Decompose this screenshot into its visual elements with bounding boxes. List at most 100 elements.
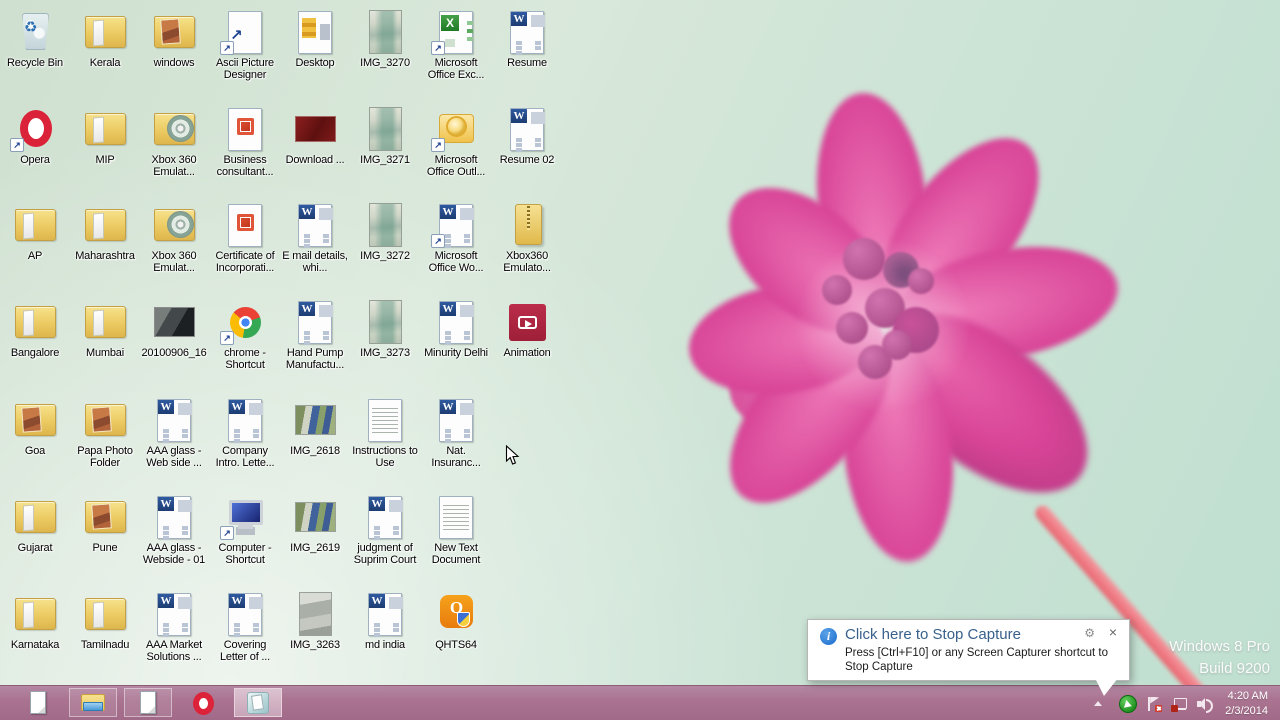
desktop-icon-instructions-to-use[interactable]: ↗ Instructions to Use xyxy=(352,396,418,469)
desktop-icon-image xyxy=(221,590,269,638)
desktop-icon-img-2618[interactable]: ↗ IMG_2618 xyxy=(282,396,348,457)
desktop-icon-label: Karnataka xyxy=(10,639,60,651)
desktop-icon-animation[interactable]: ↗ Animation xyxy=(494,298,560,359)
desktop-icon-image xyxy=(291,201,339,249)
notification-options-icon[interactable]: ⚙ xyxy=(1084,626,1095,640)
desktop-icon-label: AP xyxy=(27,250,43,262)
desktop-icon-xbox-360-emulat[interactable]: ↗ Xbox 360 Emulat... xyxy=(141,105,207,178)
desktop-icon-kerala[interactable]: ↗ Kerala xyxy=(72,8,138,69)
desktop-icon-md-india[interactable]: ↗ md india xyxy=(352,590,418,651)
desktop-icon-karnataka[interactable]: ↗ Karnataka xyxy=(2,590,68,651)
desktop-icon-business-consultant[interactable]: ↗ Business consultant... xyxy=(212,105,278,178)
desktop-icon-20100906-16[interactable]: ↗ 20100906_16 xyxy=(141,298,207,359)
desktop-icon-tamilnadu[interactable]: ↗ Tamilnadu xyxy=(72,590,138,651)
desktop-icon-chrome-shortcut[interactable]: ↗ chrome - Shortcut xyxy=(212,298,278,371)
desktop-icon-image xyxy=(291,298,339,346)
desktop-icon-image xyxy=(361,201,409,249)
network-icon[interactable] xyxy=(1171,696,1188,712)
clock-date: 2/3/2014 xyxy=(1225,704,1268,717)
desktop-icon-label: Instructions to Use xyxy=(352,445,418,469)
desktop-icon-xbox360-emulato[interactable]: ↗ Xbox360 Emulato... xyxy=(494,201,560,274)
desktop-icon-company-intro-lette[interactable]: ↗ Company Intro. Lette... xyxy=(212,396,278,469)
desktop-icon-label: New Text Document xyxy=(431,542,481,566)
desktop-icon-gujarat[interactable]: ↗ Gujarat xyxy=(2,493,68,554)
desktop-icon-computer-shortcut[interactable]: ↗ Computer - Shortcut xyxy=(212,493,278,566)
desktop-icon-img-3270[interactable]: ↗ IMG_3270 xyxy=(352,8,418,69)
desktop-icon-image xyxy=(81,298,129,346)
screen-capturer-tray-icon[interactable] xyxy=(1119,694,1138,713)
taskbar-item-opera-browser[interactable] xyxy=(179,688,227,717)
desktop-icon-img-3271[interactable]: ↗ IMG_3271 xyxy=(352,105,418,166)
volume-icon[interactable] xyxy=(1196,696,1214,713)
desktop-icon-image xyxy=(221,201,269,249)
desktop-icon-img-2619[interactable]: ↗ IMG_2619 xyxy=(282,493,348,554)
desktop-icon-aaa-glass-webside-01[interactable]: ↗ AAA glass - Webside - 01 xyxy=(141,493,207,566)
desktop-icon-img-3263[interactable]: ↗ IMG_3263 xyxy=(282,590,348,651)
desktop-icon-image xyxy=(81,396,129,444)
desktop-icon-desktop[interactable]: ↗ Desktop xyxy=(282,8,348,69)
desktop-icon-image xyxy=(432,493,480,541)
action-center-flag-icon[interactable] xyxy=(1146,696,1163,712)
desktop-icon-e-mail-details-whi[interactable]: ↗ E mail details, whi... xyxy=(282,201,348,274)
desktop-icon-bangalore[interactable]: ↗ Bangalore xyxy=(2,298,68,359)
desktop-icon-hand-pump-manufactu[interactable]: ↗ Hand Pump Manufactu... xyxy=(282,298,348,371)
taskbar-item-text-document[interactable] xyxy=(124,688,172,717)
desktop-icon-opera[interactable]: ↗ Opera xyxy=(2,105,68,166)
desktop-icon-xbox-360-emulat[interactable]: ↗ Xbox 360 Emulat... xyxy=(141,201,207,274)
desktop-icon-covering-letter-of[interactable]: ↗ Covering Letter of ... xyxy=(212,590,278,663)
desktop-icon-label: Download ... xyxy=(285,154,345,166)
desktop-icon-windows[interactable]: ↗ windows xyxy=(141,8,207,69)
taskbar-item-notepad-document[interactable] xyxy=(14,688,62,717)
desktop-icon-ap[interactable]: ↗ AP xyxy=(2,201,68,262)
desktop-icon-certificate-of-incorporati[interactable]: ↗ Certificate of Incorporati... xyxy=(212,201,278,274)
desktop-icon-image xyxy=(503,201,551,249)
desktop-icon-pune[interactable]: ↗ Pune xyxy=(72,493,138,554)
shortcut-arrow-icon: ↗ xyxy=(431,234,445,248)
desktop-icon-image xyxy=(150,8,198,56)
desktop-icon-microsoft-office-wo[interactable]: ↗ Microsoft Office Wo... xyxy=(423,201,489,274)
desktop-icon-minurity-delhi[interactable]: ↗ Minurity Delhi xyxy=(423,298,489,359)
desktop-icon-image xyxy=(11,396,59,444)
desktop-icon-maharashtra[interactable]: ↗ Maharashtra xyxy=(72,201,138,262)
desktop-icon-recycle-bin[interactable]: ↗ Recycle Bin xyxy=(2,8,68,69)
desktop-icon-papa-photo-folder[interactable]: ↗ Papa Photo Folder xyxy=(72,396,138,469)
shortcut-arrow-icon: ↗ xyxy=(431,138,445,152)
desktop-icon-new-text-document[interactable]: ↗ New Text Document xyxy=(423,493,489,566)
desktop-icon-image xyxy=(361,105,409,153)
notification-title-link[interactable]: Click here to Stop Capture xyxy=(845,626,1021,643)
mouse-cursor xyxy=(505,444,520,471)
notification-close-icon[interactable]: × xyxy=(1109,624,1117,640)
desktop-icon-image xyxy=(361,396,409,444)
desktop-icon-nat-insuranc[interactable]: ↗ Nat. Insuranc... xyxy=(423,396,489,469)
desktop-icon-label: judgment of Suprim Court xyxy=(353,542,417,566)
desktop-icon-ascii-picture-designer[interactable]: ↗ Ascii Picture Designer xyxy=(212,8,278,81)
desktop-icon-judgment-of-suprim-court[interactable]: ↗ judgment of Suprim Court xyxy=(352,493,418,566)
desktop-icon-qhts64[interactable]: ↗ QHTS64 xyxy=(423,590,489,651)
taskbar-clock[interactable]: 4:20 AM 2/3/2014 xyxy=(1225,689,1268,719)
desktop-icon-mip[interactable]: ↗ MIP xyxy=(72,105,138,166)
desktop-icon-label: Nat. Insuranc... xyxy=(431,445,481,469)
desktop-icon-image xyxy=(81,8,129,56)
taskbar-item-file-explorer[interactable] xyxy=(69,688,117,717)
desktop-icon-microsoft-office-outl[interactable]: ↗ Microsoft Office Outl... xyxy=(423,105,489,178)
desktop-icon-img-3273[interactable]: ↗ IMG_3273 xyxy=(352,298,418,359)
desktop-icon-resume-02[interactable]: ↗ Resume 02 xyxy=(494,105,560,166)
desktop-icon-label: Goa xyxy=(24,445,46,457)
taskbar-item-icon xyxy=(79,689,107,717)
desktop-icon-label: Resume xyxy=(507,57,547,69)
desktop-icon-img-3272[interactable]: ↗ IMG_3272 xyxy=(352,201,418,262)
desktop-icon-mumbai[interactable]: ↗ Mumbai xyxy=(72,298,138,359)
desktop-icon-resume[interactable]: ↗ Resume xyxy=(494,8,560,69)
desktop-icon-microsoft-office-exc[interactable]: ↗ Microsoft Office Exc... xyxy=(423,8,489,81)
desktop-icon-image xyxy=(11,201,59,249)
desktop-icon-label: md india xyxy=(365,639,405,651)
desktop-icon-label: Covering Letter of ... xyxy=(220,639,270,663)
desktop-icon-goa[interactable]: ↗ Goa xyxy=(2,396,68,457)
desktop-icon-label: Minurity Delhi xyxy=(424,347,488,359)
desktop-icon-aaa-market-solutions[interactable]: ↗ AAA Market Solutions ... xyxy=(141,590,207,663)
desktop-icon-aaa-glass-web-side[interactable]: ↗ AAA glass - Web side ... xyxy=(141,396,207,469)
desktop-icon-download[interactable]: ↗ Download ... xyxy=(282,105,348,166)
show-hidden-icons-button[interactable] xyxy=(1094,696,1110,712)
taskbar-item-screen-capturer[interactable] xyxy=(234,688,282,717)
taskbar-item-icon xyxy=(134,689,162,717)
